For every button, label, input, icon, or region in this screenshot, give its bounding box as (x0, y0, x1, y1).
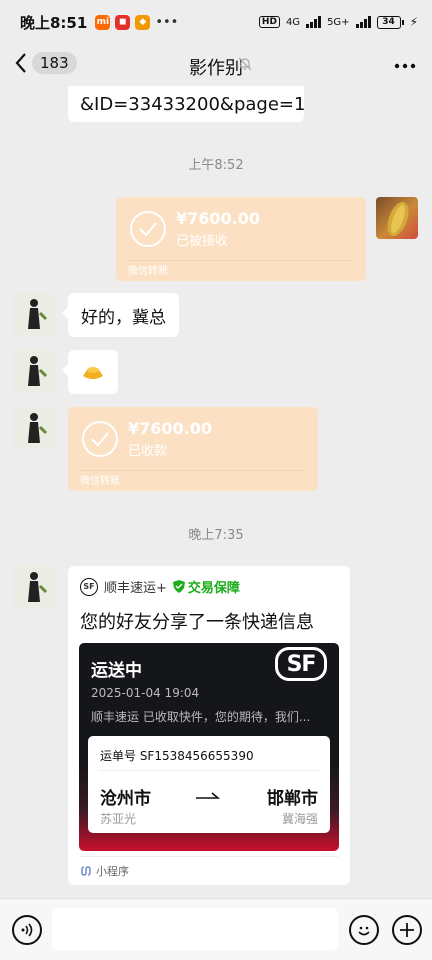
voice-icon (21, 923, 33, 937)
transfer-amount: ¥7600.00 (176, 209, 261, 228)
waybill-box: 运单号 SF1538456655390 沧州市 苏亚光 邯郸市 冀海强 (88, 736, 330, 833)
more-options-button[interactable] (394, 50, 416, 75)
add-more-button[interactable] (392, 915, 422, 945)
app-notification-icon-2: ◆ (135, 14, 151, 30)
network-4g: 4G (285, 16, 301, 28)
chat-title: 影作别 (189, 58, 243, 79)
sf-express-logo: SF (275, 647, 327, 681)
status-app-icons: mi ◼ ◆ ••• (95, 14, 179, 30)
chat-header: 183 影作别 (0, 44, 432, 86)
contact-avatar[interactable] (13, 350, 55, 392)
emoji-message-bubble[interactable] (62, 350, 118, 394)
contact-avatar[interactable] (13, 293, 55, 335)
shield-check-icon (172, 580, 185, 593)
shipping-description: 顺丰速运 已收取快件，您的期待，我们... (91, 710, 311, 724)
card-header: SF 顺丰速运+ 交易保障 (80, 577, 240, 596)
guarantee-text: 交易保障 (187, 581, 240, 596)
message-input-field[interactable] (52, 908, 338, 950)
transfer-status: 已收款 (128, 444, 168, 459)
message-input-bar (0, 898, 432, 960)
transfer-status: 已被接收 (176, 234, 229, 249)
message-timestamp: 上午8:52 (188, 158, 244, 173)
mini-program-icon (81, 866, 91, 876)
guarantee-badge: 交易保障 (172, 577, 240, 596)
voice-input-button[interactable] (12, 915, 42, 945)
card-title: 您的好友分享了一条快递信息 (80, 612, 314, 633)
link-message-bubble[interactable]: &ID=33433200&page=1 (68, 86, 306, 122)
more-dots-icon (394, 63, 416, 69)
check-circle-icon (82, 421, 118, 457)
self-avatar[interactable] (376, 197, 418, 239)
battery-icon: 34 (376, 15, 404, 29)
gold-ingot-emoji-icon (83, 367, 103, 379)
transfer-amount: ¥7600.00 (128, 419, 213, 438)
transfer-sent-bubble[interactable]: ¥7600.00 已被接收 微信转账 (116, 197, 366, 281)
app-notification-icon: ◼ (115, 14, 131, 30)
status-time: 晚上8:51 (20, 13, 88, 32)
emoji-button[interactable] (349, 915, 379, 945)
card-app-name: 顺丰速运+ (104, 581, 167, 596)
mi-app-icon: mi (95, 14, 111, 30)
transfer-footer: 微信转账 (80, 476, 120, 487)
route-arrow-icon (196, 792, 220, 799)
sender-name: 苏亚光 (100, 812, 137, 826)
mini-program-label: 小程序 (80, 863, 129, 879)
battery-level: 34 (382, 17, 395, 27)
message-timestamp: 晚上7:35 (188, 528, 244, 543)
more-notifications-icon: ••• (155, 14, 179, 30)
transfer-footer: 微信转账 (128, 266, 168, 277)
hd-icon: HD (258, 16, 280, 28)
shipment-panel: 运送中 SF 2025-01-04 19:04 顺丰速运 已收取快件，您的期待，… (79, 643, 339, 851)
text-message-content: 好的，冀总 (81, 307, 166, 328)
recipient-name: 冀海强 (281, 812, 318, 826)
network-5g: 5G+ (327, 16, 350, 28)
signal-icon (306, 16, 322, 28)
mini-program-text: 小程序 (96, 865, 129, 878)
signal-icon-2 (355, 16, 371, 28)
check-circle-icon (130, 211, 166, 247)
status-indicators: HD 4G 5G+ 34 ⚡ (258, 15, 418, 29)
plus-icon (400, 923, 414, 937)
chat-messages[interactable]: &ID=33433200&page=1 上午8:52 ¥7600.00 已被接收… (0, 86, 432, 898)
smiley-icon (358, 926, 370, 936)
contact-avatar[interactable] (13, 407, 55, 449)
mute-bell-icon (238, 57, 252, 74)
text-message-bubble[interactable]: 好的，冀总 (62, 293, 179, 337)
contact-avatar[interactable] (13, 566, 55, 608)
mini-program-card[interactable]: SF 顺丰速运+ 交易保障 您的好友分享了一条快递信息 运送中 SF 2025-… (68, 566, 350, 885)
sf-logo-icon: SF (80, 577, 98, 596)
status-bar: 晚上8:51 mi ◼ ◆ ••• HD 4G 5G+ 34 ⚡ (0, 0, 432, 44)
shipping-date: 2025-01-04 19:04 (91, 686, 200, 700)
link-message-text: &ID=33433200&page=1 (80, 93, 306, 115)
destination-city: 邯郸市 (267, 789, 318, 809)
waybill-number: 运单号 SF1538456655390 (100, 749, 254, 763)
transfer-received-bubble[interactable]: ¥7600.00 已收款 微信转账 (68, 407, 318, 491)
shipping-status: 运送中 (91, 661, 142, 681)
charging-icon: ⚡ (409, 15, 418, 29)
origin-city: 沧州市 (100, 789, 151, 809)
